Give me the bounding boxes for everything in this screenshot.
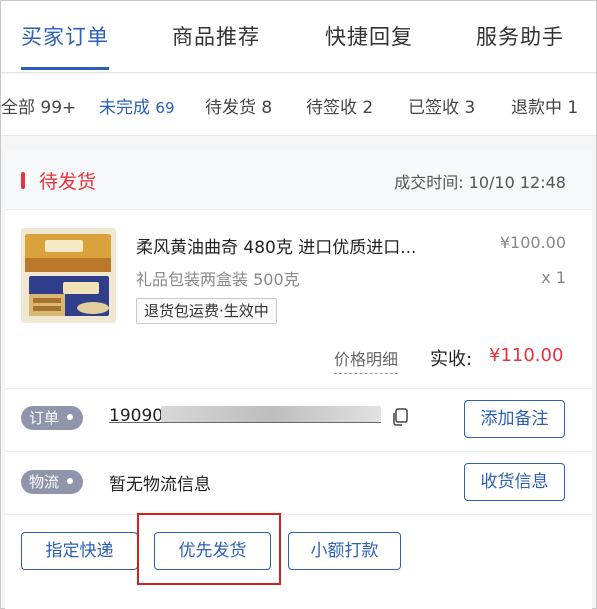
logistics-status: 暂无物流信息 <box>109 475 211 495</box>
order-filter-bar: 全部 99+ 未完成 69 待发货 8 待签收 2 已签收 3 退款中 1 <box>1 74 596 136</box>
masked-order-number <box>161 406 381 422</box>
dot-icon <box>67 413 74 420</box>
tab-product-recommend[interactable]: 商品推荐 <box>172 21 260 51</box>
small-payment-button[interactable]: 小额打款 <box>288 532 401 570</box>
shipping-info-button[interactable]: 收货信息 <box>464 463 565 501</box>
top-tab-bar: 买家订单 商品推荐 快捷回复 服务助手 <box>1 1 596 73</box>
deal-time: 成交时间: 10/10 12:48 <box>394 173 566 192</box>
product-sku: 礼品包装两盒装 500克 <box>136 270 300 289</box>
copy-icon[interactable] <box>391 408 409 426</box>
filter-all[interactable]: 全部 99+ <box>1 93 76 118</box>
order-label-pill: 订单 <box>21 406 84 430</box>
assign-courier-button[interactable]: 指定快递 <box>21 532 138 570</box>
filter-to-receive[interactable]: 待签收 2 <box>306 93 373 118</box>
filter-count: 3 <box>464 98 476 118</box>
price-detail-link[interactable]: 价格明细 <box>334 346 399 374</box>
paid-label: 实收: <box>430 349 473 370</box>
product-quantity: x 1 <box>541 268 566 287</box>
highlight-box <box>137 513 281 585</box>
order-card-header: 待发货 成交时间: 10/10 12:48 <box>5 150 592 210</box>
filter-count: 1 <box>567 98 579 118</box>
logistics-label-pill: 物流 <box>21 470 84 494</box>
active-tab-indicator <box>21 67 109 70</box>
filter-label: 待签收 <box>306 98 357 118</box>
divider <box>5 514 592 515</box>
filter-count: 2 <box>362 98 374 118</box>
divider <box>5 451 592 452</box>
filter-refunding[interactable]: 退款中 1 <box>511 93 578 118</box>
product-price: ¥100.00 <box>499 233 566 252</box>
tab-quick-reply[interactable]: 快捷回复 <box>325 21 413 51</box>
dot-icon <box>67 477 74 484</box>
filter-count: 69 <box>155 99 175 117</box>
status-marker <box>21 172 25 189</box>
filter-incomplete[interactable]: 未完成 69 <box>99 93 175 118</box>
order-panel: 买家订单 商品推荐 快捷回复 服务助手 全部 99+ 未完成 69 待发货 8 … <box>0 0 597 609</box>
divider <box>5 388 592 389</box>
filter-label: 已签收 <box>408 98 459 118</box>
order-number-underline <box>109 422 381 423</box>
filter-count: 8 <box>261 98 273 118</box>
filter-to-ship[interactable]: 待发货 8 <box>205 93 272 118</box>
order-number: 19090 <box>109 406 164 426</box>
logistics-label: 物流 <box>29 473 60 491</box>
order-card: 待发货 成交时间: 10/10 12:48 柔风黄油曲奇 480克 进口优质进口… <box>5 150 592 609</box>
order-status: 待发货 <box>39 171 97 193</box>
product-thumbnail[interactable] <box>21 228 116 323</box>
filter-count: 99+ <box>40 98 77 118</box>
filter-label: 全部 <box>1 98 35 118</box>
return-shipping-tag: 退货包运费·生效中 <box>136 298 277 324</box>
filter-received[interactable]: 已签收 3 <box>408 93 475 118</box>
tab-buyer-orders[interactable]: 买家订单 <box>21 21 109 51</box>
filter-label: 退款中 <box>511 98 562 118</box>
product-title[interactable]: 柔风黄油曲奇 480克 进口优质进口... <box>136 233 416 258</box>
filter-label: 待发货 <box>205 98 256 118</box>
add-note-button[interactable]: 添加备注 <box>464 400 565 438</box>
paid-amount: ¥110.00 <box>489 345 564 366</box>
tab-service-assistant[interactable]: 服务助手 <box>476 21 564 51</box>
order-label: 订单 <box>29 409 60 427</box>
filter-label: 未完成 <box>99 98 150 118</box>
